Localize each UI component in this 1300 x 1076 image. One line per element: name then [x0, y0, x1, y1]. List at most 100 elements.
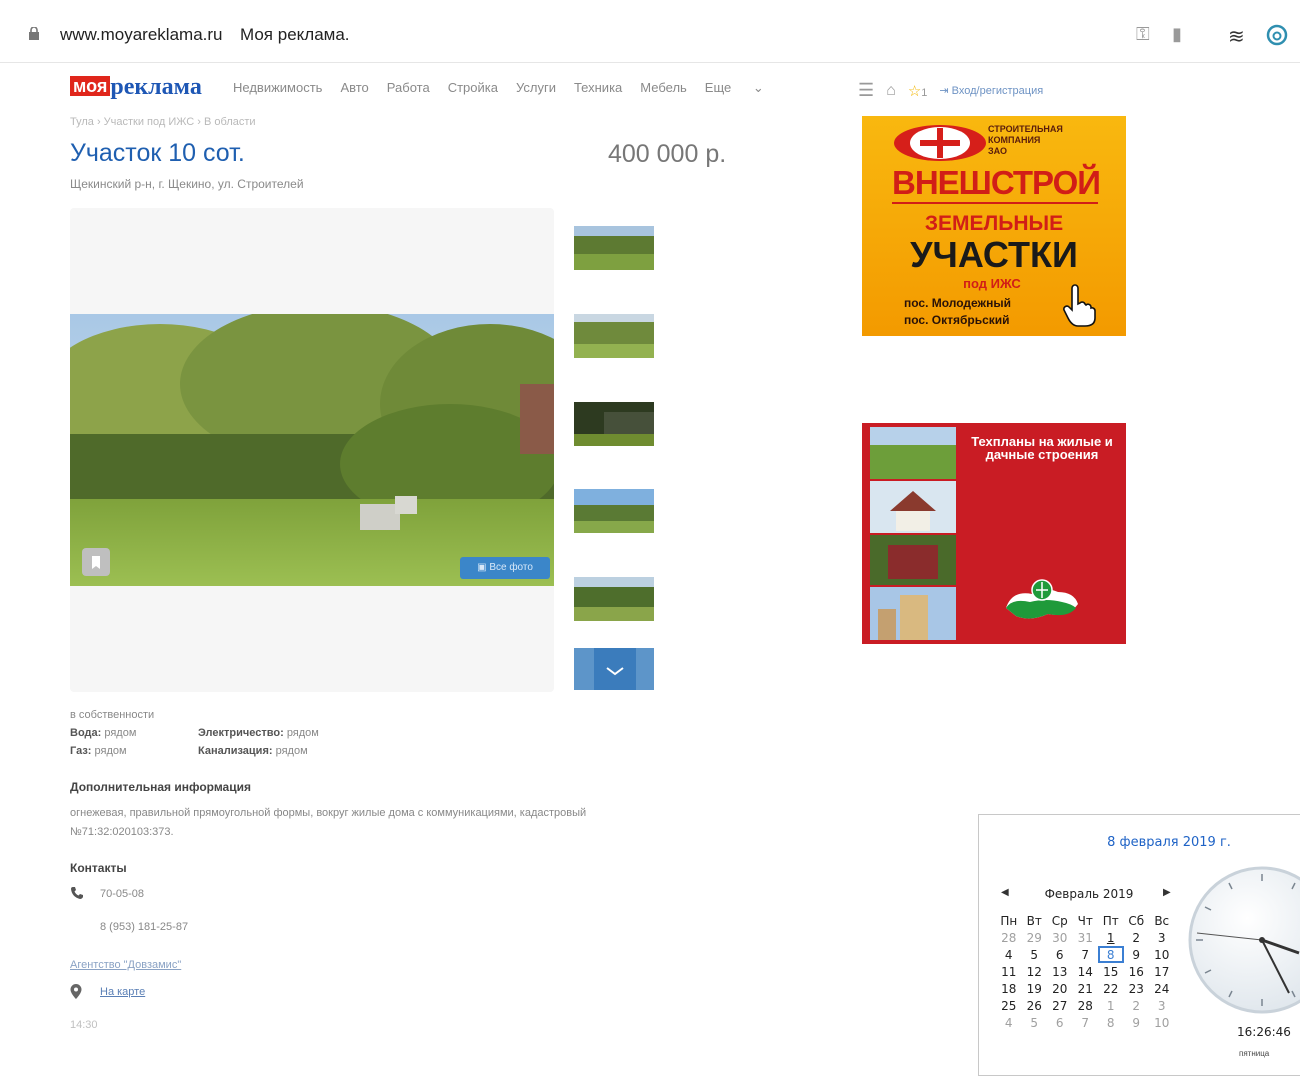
calendar-day[interactable]: 3 [1149, 929, 1175, 946]
calendar-day[interactable]: 27 [1047, 997, 1073, 1014]
nav-item-more[interactable]: Еще ⌄ [705, 80, 782, 96]
browser-toolbar: www.moyareklama.ru Моя реклама. ⚿ ▮ ≋ [0, 0, 1300, 63]
map-link[interactable]: На карте [100, 986, 145, 998]
nav-item-equipment[interactable]: Техника [574, 80, 622, 96]
post-time: 14:30 [70, 1019, 98, 1031]
home-icon[interactable]: ⌂ [886, 82, 896, 100]
calendar-day[interactable]: 13 [1047, 963, 1073, 980]
calendar-day[interactable]: 6 [1047, 946, 1073, 963]
ad-banner-techplans[interactable]: Техпланы на жилые и дачные строения [862, 423, 1126, 644]
thumbnail[interactable] [574, 489, 654, 533]
calendar-day[interactable]: 15 [1098, 963, 1124, 980]
ad-banner-land[interactable]: СТРОИТЕЛЬНАЯ КОМПАНИЯ ЗАО ВНЕШСТРОЙ ЗЕМЕ… [862, 116, 1126, 336]
calendar-day[interactable]: 7 [1073, 946, 1099, 963]
menu-icon[interactable]: ☰ [858, 80, 874, 101]
weekday: Пт [1102, 913, 1119, 928]
calendar-day[interactable]: 5 [1022, 946, 1048, 963]
phone-number[interactable]: 8 (953) 181-25-87 [100, 921, 188, 933]
calendar-day[interactable]: 10 [1149, 1014, 1175, 1031]
thumbnail[interactable] [574, 226, 654, 270]
key-icon[interactable]: ⚿ [1136, 24, 1150, 45]
calendar-day[interactable]: 3 [1149, 997, 1175, 1014]
nav-item-construction[interactable]: Стройка [448, 80, 498, 96]
calendar-day[interactable]: 12 [1022, 963, 1048, 980]
calendar-day[interactable]: 1 [1098, 997, 1124, 1014]
calendar-day[interactable]: 23 [1124, 980, 1150, 997]
all-photos-label: Все фото [489, 562, 533, 573]
calendar-day[interactable]: 2 [1124, 929, 1150, 946]
ownership: в собственности [70, 709, 155, 721]
breadcrumb[interactable]: Тула › Участки под ИЖС › В области [70, 116, 256, 128]
calendar-day[interactable]: 28 [996, 929, 1022, 946]
ad-line1: ЗЕМЕЛЬНЫЕ [924, 212, 1064, 235]
calendar-month-label[interactable]: Февраль 2019 [1025, 887, 1153, 901]
calendar-day[interactable]: 4 [996, 1014, 1022, 1031]
calendar-day[interactable]: 2 [1124, 997, 1150, 1014]
calendar-day[interactable]: 9 [1124, 946, 1150, 963]
calendar-day[interactable]: 1 [1098, 929, 1124, 946]
ad-company-line1: СТРОИТЕЛЬНАЯ [988, 124, 1063, 134]
thumbnail[interactable] [574, 577, 654, 621]
calendar-day[interactable]: 10 [1149, 946, 1175, 963]
calendar-day[interactable]: 6 [1047, 1014, 1073, 1031]
calendar-day[interactable]: 21 [1073, 980, 1099, 997]
calendar-day[interactable]: 16 [1124, 963, 1150, 980]
logo-part2: реклама [110, 74, 202, 100]
site-logo[interactable]: моя реклама [70, 74, 202, 101]
nav-item-furniture[interactable]: Мебель [640, 80, 687, 96]
main-nav: Недвижимость Авто Работа Стройка Услуги … [233, 80, 800, 96]
calendar-day[interactable]: 22 [1098, 980, 1124, 997]
all-photos-button[interactable]: ▣ Все фото [460, 557, 550, 579]
calendar-day-today[interactable]: 8 [1098, 946, 1124, 963]
prev-month-icon[interactable]: ◀ [1001, 887, 1009, 898]
favorites[interactable]: ☆1 [908, 82, 928, 100]
calendar-day[interactable]: 11 [996, 963, 1022, 980]
bookmark-icon[interactable]: ▮ [1172, 24, 1182, 45]
ad-photo-collage [870, 427, 956, 640]
next-month-icon[interactable]: ▶ [1163, 887, 1171, 898]
calendar-date-title[interactable]: 8 февраля 2019 г. [1079, 835, 1259, 850]
calendar-day[interactable]: 28 [1073, 997, 1099, 1014]
calendar-day[interactable]: 7 [1073, 1014, 1099, 1031]
nav-item-jobs[interactable]: Работа [387, 80, 430, 96]
calendar-day[interactable]: 8 [1098, 1014, 1124, 1031]
calendar-day[interactable]: 24 [1149, 980, 1175, 997]
calendar-day[interactable]: 20 [1047, 980, 1073, 997]
calendar-day[interactable]: 4 [996, 946, 1022, 963]
calendar-day[interactable]: 5 [1022, 1014, 1048, 1031]
week-row: 18 19 20 21 22 23 24 [996, 980, 1175, 997]
nav-item-realty[interactable]: Недвижимость [233, 80, 322, 96]
ad-line4: пос. Молодежный [904, 296, 1011, 310]
week-row: 25 26 27 28 1 2 3 [996, 997, 1175, 1014]
calendar-day[interactable]: 25 [996, 997, 1022, 1014]
ad-company-line2: КОМПАНИЯ [988, 135, 1041, 145]
phone-number[interactable]: 70-05-08 [100, 888, 144, 900]
nav-item-auto[interactable]: Авто [340, 80, 368, 96]
thumbnail[interactable] [574, 402, 654, 446]
calendar-day[interactable]: 30 [1047, 929, 1073, 946]
extra-info-title: Дополнительная информация [70, 780, 251, 794]
agency-link[interactable]: Агентство "Довзамис" [70, 959, 181, 971]
layers-icon[interactable]: ≋ [1228, 24, 1245, 49]
main-photo[interactable] [70, 314, 554, 586]
price: 400 000 р. [608, 140, 727, 168]
company-logo-icon [894, 125, 986, 161]
star-icon: ☆ [907, 82, 922, 100]
calendar-day[interactable]: 19 [1022, 980, 1048, 997]
calendar-day[interactable]: 26 [1022, 997, 1048, 1014]
nav-item-services[interactable]: Услуги [516, 80, 556, 96]
calendar-grid: Пн Вт Ср Чт Пт Сб Вс 28 29 30 31 1 2 3 4… [996, 912, 1175, 1031]
calendar-day[interactable]: 18 [996, 980, 1022, 997]
thumbnail[interactable] [574, 314, 654, 358]
calendar-day[interactable]: 14 [1073, 963, 1099, 980]
calendar-day[interactable]: 17 [1149, 963, 1175, 980]
thumbnail-more[interactable] [574, 648, 654, 690]
ad2-title: Техпланы на жилые и дачные строения [971, 434, 1113, 462]
calendar-day[interactable]: 31 [1073, 929, 1099, 946]
login-link[interactable]: ⇥ Вход/регистрация [939, 84, 1043, 97]
calendar-day[interactable]: 29 [1022, 929, 1048, 946]
address-bar-url[interactable]: www.moyareklama.ru [60, 25, 223, 45]
calendar-day[interactable]: 9 [1124, 1014, 1150, 1031]
bookmark-button[interactable] [82, 548, 110, 576]
extension-icon[interactable] [1266, 24, 1288, 46]
